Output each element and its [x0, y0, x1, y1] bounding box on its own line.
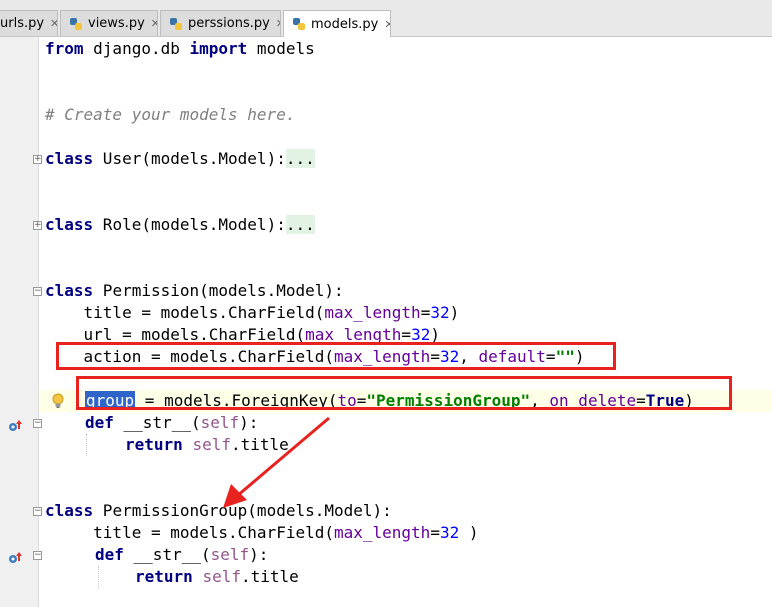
lightbulb-icon[interactable] — [52, 393, 64, 409]
indent-guide — [98, 566, 99, 588]
class-signature: Role(models.Model): — [93, 215, 286, 234]
keyword: class — [45, 281, 94, 300]
expand-fold-icon[interactable]: + — [33, 155, 42, 164]
tab-label: urls.py — [0, 16, 45, 31]
number-literal: 32 — [439, 523, 460, 542]
code-text: = — [420, 303, 431, 322]
code-text: ): — [249, 545, 269, 564]
keyword: class — [45, 501, 94, 520]
self-keyword: self — [202, 567, 241, 586]
collapse-fold-icon[interactable]: − — [33, 419, 42, 428]
class-signature: User(models.Model): — [93, 149, 286, 168]
keyword: class — [45, 149, 94, 168]
editor-gutter[interactable] — [0, 37, 39, 607]
code-text: = — [430, 523, 440, 542]
code-line-class-permission: class Permission(models.Model): — [45, 280, 344, 302]
tab-views[interactable]: views.py ✕ — [60, 10, 158, 36]
code-line-group-title-field: title = models.CharField(max_length=32 ) — [45, 522, 478, 544]
collapse-fold-icon[interactable]: − — [33, 507, 42, 516]
python-file-icon — [293, 18, 305, 30]
code-text: ) — [449, 303, 460, 322]
code-line-class-user: class User(models.Model):... — [45, 148, 315, 170]
code-line-1: from django.db import models — [45, 38, 315, 60]
override-method-icon[interactable] — [6, 550, 24, 566]
code-text: __str__( — [123, 545, 211, 564]
keyword: class — [45, 215, 94, 234]
collapse-fold-icon[interactable]: − — [33, 287, 42, 296]
annotation-arrow — [223, 416, 330, 508]
keyword: return — [135, 567, 193, 586]
keyword: return — [125, 435, 183, 454]
keyword: def — [95, 545, 124, 564]
param-name: max_length — [333, 523, 431, 542]
close-icon[interactable]: ✕ — [50, 17, 57, 30]
close-icon[interactable]: ✕ — [384, 18, 390, 31]
folded-region[interactable]: ... — [285, 149, 315, 168]
editor-tab-bar: urls.py ✕ views.py ✕ perssions.py ✕ mode… — [0, 0, 772, 37]
python-file-icon — [170, 17, 182, 30]
param-name: max_length — [324, 303, 421, 322]
code-line-def-str-2: def __str__(self): — [95, 544, 268, 566]
code-text: .title — [240, 567, 299, 586]
code-text: ) — [459, 523, 479, 542]
annotation-box-action — [56, 342, 616, 370]
indent-guide — [86, 434, 87, 456]
code-line-return-2: return self.title — [135, 566, 299, 588]
import-name: models — [247, 39, 315, 58]
collapse-fold-icon[interactable]: − — [33, 551, 42, 560]
keyword: import — [189, 39, 248, 58]
keyword: def — [85, 413, 114, 432]
annotation-box-group — [76, 376, 732, 410]
tab-models[interactable]: models.py ✕ — [283, 10, 391, 37]
code-line-comment: # Create your models here. — [45, 104, 295, 126]
python-file-icon — [70, 17, 82, 30]
tab-perssions[interactable]: perssions.py ✕ — [160, 10, 281, 36]
tab-label: models.py — [311, 16, 379, 32]
tab-urls[interactable]: urls.py ✕ — [0, 10, 58, 36]
class-signature: Permission(models.Model): — [93, 281, 344, 300]
number-literal: 32 — [430, 303, 450, 322]
tab-label: views.py — [88, 16, 145, 31]
expand-fold-icon[interactable]: + — [33, 221, 42, 230]
tab-label: perssions.py — [188, 16, 270, 31]
close-icon[interactable]: ✕ — [151, 17, 157, 30]
code-text: __str__( — [113, 413, 201, 432]
code-line-class-role: class Role(models.Model):... — [45, 214, 315, 236]
folded-region[interactable]: ... — [285, 215, 315, 234]
self-keyword: self — [210, 545, 250, 564]
override-method-icon[interactable] — [6, 418, 24, 434]
comment: # Create your models here. — [45, 105, 296, 124]
code-text: title = models.CharField( — [45, 523, 334, 542]
keyword: from — [45, 39, 84, 58]
code-line-title-field: title = models.CharField(max_length=32) — [45, 302, 460, 324]
code-text: title = models.CharField( — [45, 303, 325, 322]
close-icon[interactable]: ✕ — [276, 17, 280, 30]
module-name: django.db — [83, 39, 190, 58]
